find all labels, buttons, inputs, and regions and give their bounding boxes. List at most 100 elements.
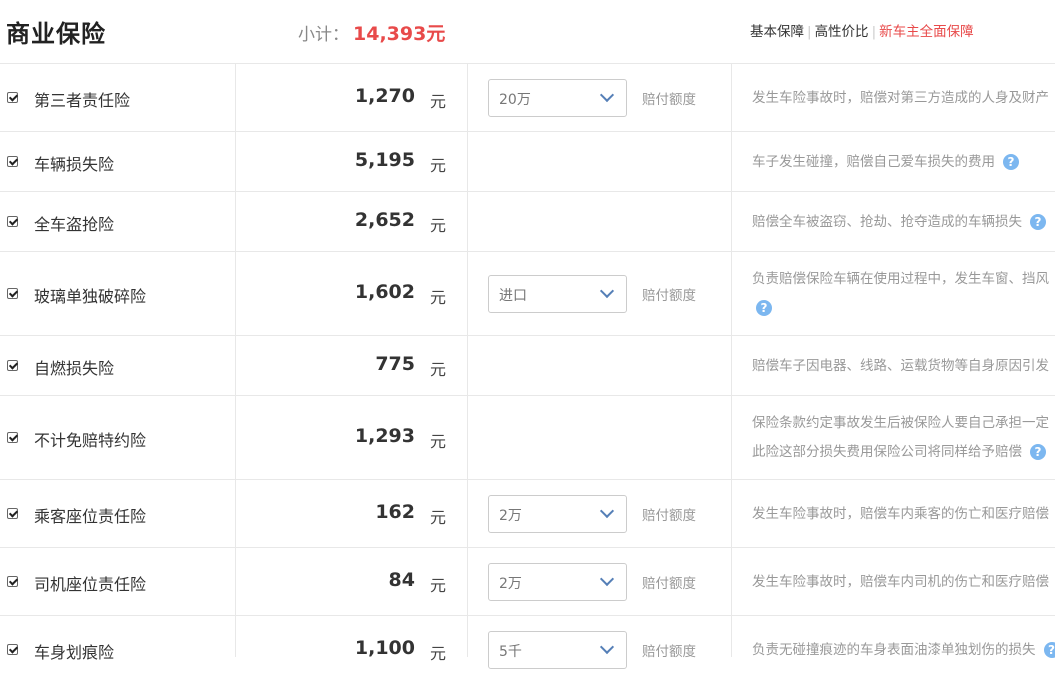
plan-value-link[interactable]: 高性价比	[815, 24, 869, 40]
coverage-select-value: 2万	[499, 573, 522, 593]
insurance-price: 1,602	[355, 281, 415, 303]
insurance-description: 发生车险事故时，赔偿车内乘客的伤亡和医疗赔偿?	[752, 500, 1055, 529]
insurance-price: 2,652	[355, 209, 415, 231]
plan-full-link[interactable]: 新车主全面保障	[879, 24, 974, 40]
chevron-down-icon	[600, 284, 614, 298]
insurance-price: 5,195	[355, 149, 415, 171]
chevron-down-icon	[600, 572, 614, 586]
coverage-select-value: 进口	[499, 285, 527, 305]
description-line: 此险这部分损失费用保险公司将同样给予赔偿?	[752, 438, 1055, 467]
insurance-name: 玻璃单独破碎险	[34, 283, 146, 307]
row-checkbox[interactable]	[7, 360, 18, 371]
description-line: 负责赔偿保险车辆在使用过程中，发生车窗、挡风	[752, 265, 1055, 294]
coverage-select[interactable]: 20万	[488, 79, 627, 117]
row-checkbox[interactable]	[7, 432, 18, 443]
insurance-name: 车身划痕险	[34, 639, 114, 663]
header: 商业保险 小计：14,393元 基本保障|高性价比|新车主全面保障	[0, 0, 1055, 62]
insurance-description: 赔偿全车被盗窃、抢劫、抢夺造成的车辆损失?	[752, 208, 1055, 237]
chevron-down-icon	[600, 504, 614, 518]
insurance-description: 发生车险事故时，赔偿车内司机的伤亡和医疗赔偿?	[752, 568, 1055, 597]
row-checkbox[interactable]	[7, 156, 18, 167]
amount-label: 赔付额度	[642, 572, 696, 592]
subtotal-label: 小计：	[298, 25, 349, 45]
insurance-name: 司机座位责任险	[34, 571, 146, 595]
coverage-select[interactable]: 2万	[488, 563, 627, 601]
insurance-description: 发生车险事故时，赔偿对第三方造成的人身及财产?	[752, 84, 1055, 113]
row-checkbox[interactable]	[7, 216, 18, 227]
amount-label: 赔付额度	[642, 88, 696, 108]
price-unit: 元	[430, 572, 446, 596]
price-unit: 元	[430, 640, 446, 664]
coverage-select[interactable]: 2万	[488, 495, 627, 533]
insurance-row: 全车盗抢险 2,652 元 赔偿全车被盗窃、抢劫、抢夺造成的车辆损失?	[0, 191, 1055, 252]
insurance-name: 不计免赔特约险	[34, 427, 146, 451]
insurance-row: 车身划痕险 1,100 元 5千 赔付额度 负责无碰撞痕迹的车身表面油漆单独划伤的损失…	[0, 615, 1055, 684]
coverage-select-value: 5千	[499, 641, 522, 661]
row-checkbox[interactable]	[7, 92, 18, 103]
description-line: 保险条款约定事故发生后被保险人要自己承担一定	[752, 409, 1055, 438]
help-icon[interactable]: ?	[1030, 444, 1046, 460]
insurance-price: 1,100	[355, 637, 415, 659]
price-unit: 元	[430, 428, 446, 452]
insurance-description: 负责无碰撞痕迹的车身表面油漆单独划伤的损失?	[752, 636, 1055, 665]
insurance-row: 第三者责任险 1,270 元 20万 赔付额度 发生车险事故时，赔偿对第三方造成的人身…	[0, 63, 1055, 132]
price-unit: 元	[430, 504, 446, 528]
row-checkbox[interactable]	[7, 576, 18, 587]
insurance-description: 车子发生碰撞，赔偿自己爱车损失的费用?	[752, 148, 1055, 177]
plan-divider: |	[872, 24, 877, 40]
price-unit: 元	[430, 356, 446, 380]
insurance-row: 自燃损失险 775 元 赔偿车子因电器、线路、运载货物等自身原因引发?	[0, 335, 1055, 396]
insurance-row: 玻璃单独破碎险 1,602 元 进口 赔付额度 负责赔偿保险车辆在使用过程中，发生车窗…	[0, 251, 1055, 336]
insurance-row: 不计免赔特约险 1,293 元 保险条款约定事故发生后被保险人要自己承担一定此险这部分…	[0, 395, 1055, 480]
insurance-price: 1,270	[355, 85, 415, 107]
subtotal: 小计：14,393元	[298, 19, 445, 46]
plan-divider: |	[807, 24, 812, 40]
insurance-row: 车辆损失险 5,195 元 车子发生碰撞，赔偿自己爱车损失的费用?	[0, 131, 1055, 192]
amount-label: 赔付额度	[642, 504, 696, 524]
insurance-price: 84	[389, 569, 415, 591]
price-unit: 元	[430, 88, 446, 112]
chevron-down-icon	[600, 88, 614, 102]
row-checkbox[interactable]	[7, 508, 18, 519]
description-line: 赔偿全车被盗窃、抢劫、抢夺造成的车辆损失?	[752, 208, 1055, 237]
insurance-name: 第三者责任险	[34, 87, 130, 111]
description-line: ?	[752, 294, 1055, 323]
insurance-name: 车辆损失险	[34, 151, 114, 175]
description-line: 负责无碰撞痕迹的车身表面油漆单独划伤的损失?	[752, 636, 1055, 665]
description-line: 发生车险事故时，赔偿车内乘客的伤亡和医疗赔偿?	[752, 500, 1055, 529]
subtotal-amount: 14,393元	[353, 23, 445, 45]
help-icon[interactable]: ?	[1003, 154, 1019, 170]
row-checkbox[interactable]	[7, 288, 18, 299]
description-line: 车子发生碰撞，赔偿自己爱车损失的费用?	[752, 148, 1055, 177]
price-unit: 元	[430, 212, 446, 236]
coverage-select[interactable]: 5千	[488, 631, 627, 669]
insurance-price: 775	[375, 353, 415, 375]
amount-label: 赔付额度	[642, 284, 696, 304]
plan-basic-link[interactable]: 基本保障	[750, 24, 804, 40]
insurance-name: 自燃损失险	[34, 355, 114, 379]
coverage-select-value: 20万	[499, 89, 531, 109]
insurance-price: 1,293	[355, 425, 415, 447]
price-unit: 元	[430, 152, 446, 176]
plan-switcher: 基本保障|高性价比|新车主全面保障	[750, 20, 974, 40]
insurance-description: 赔偿车子因电器、线路、运载货物等自身原因引发?	[752, 352, 1055, 381]
chevron-down-icon	[600, 640, 614, 654]
amount-label: 赔付额度	[642, 640, 696, 660]
help-icon[interactable]: ?	[756, 300, 772, 316]
insurance-name: 乘客座位责任险	[34, 503, 146, 527]
insurance-description: 保险条款约定事故发生后被保险人要自己承担一定此险这部分损失费用保险公司将同样给予…	[752, 409, 1055, 467]
description-line: 发生车险事故时，赔偿对第三方造成的人身及财产?	[752, 84, 1055, 113]
description-line: 赔偿车子因电器、线路、运载货物等自身原因引发?	[752, 352, 1055, 381]
coverage-select[interactable]: 进口	[488, 275, 627, 313]
insurance-row: 乘客座位责任险 162 元 2万 赔付额度 发生车险事故时，赔偿车内乘客的伤亡和医疗赔…	[0, 479, 1055, 548]
insurance-name: 全车盗抢险	[34, 211, 114, 235]
insurance-price: 162	[375, 501, 415, 523]
coverage-select-value: 2万	[499, 505, 522, 525]
description-line: 发生车险事故时，赔偿车内司机的伤亡和医疗赔偿?	[752, 568, 1055, 597]
page-title: 商业保险	[6, 14, 106, 49]
help-icon[interactable]: ?	[1030, 214, 1046, 230]
help-icon[interactable]: ?	[1044, 642, 1055, 658]
row-checkbox[interactable]	[7, 644, 18, 655]
insurance-row: 司机座位责任险 84 元 2万 赔付额度 发生车险事故时，赔偿车内司机的伤亡和医疗赔偿…	[0, 547, 1055, 616]
price-unit: 元	[430, 284, 446, 308]
